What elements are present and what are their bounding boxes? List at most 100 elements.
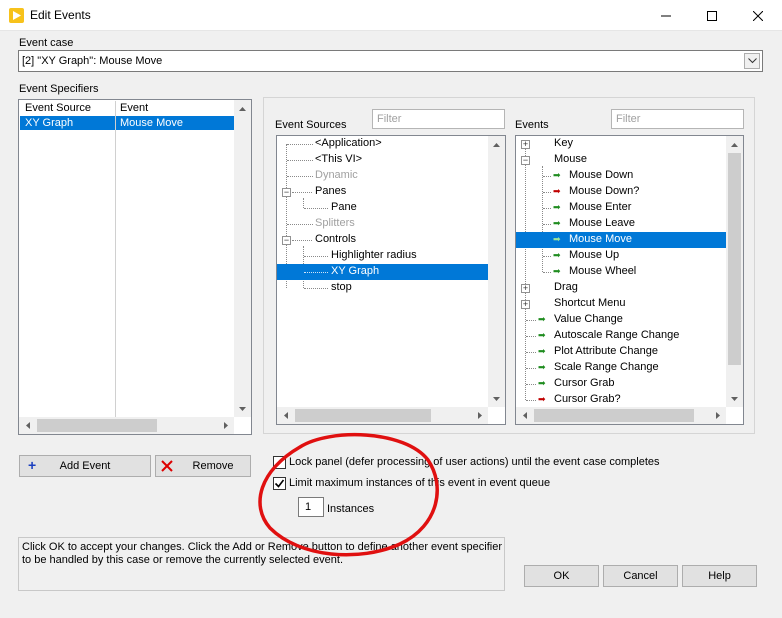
scroll-left-icon[interactable] (277, 407, 294, 424)
column-header-event[interactable]: Event (115, 101, 234, 116)
table-row[interactable]: XY Graph Mouse Move (20, 116, 234, 130)
tree-item-this-vi[interactable]: <This VI> (277, 152, 488, 168)
event-case-dropdown-button[interactable] (744, 53, 760, 69)
event-specifiers-list[interactable]: Event Source Event XY Graph Mouse Move (18, 99, 252, 435)
column-header-event-source[interactable]: Event Source (20, 101, 115, 116)
specifiers-vertical-scrollbar[interactable] (234, 100, 251, 417)
scroll-right-icon[interactable] (217, 417, 234, 434)
plus-icon: + (28, 457, 37, 473)
instances-input[interactable]: 1 (298, 497, 324, 517)
event-case-select[interactable]: [2] "XY Graph": Mouse Move (18, 50, 763, 72)
event-selection-panel: Event Sources <Application> <This VI> Dy… (263, 97, 755, 434)
events-vertical-scrollbar[interactable] (726, 136, 743, 407)
notify-arrow-icon: ➡ (553, 250, 561, 260)
scroll-down-icon[interactable] (234, 400, 251, 417)
tree-item-pane[interactable]: Pane (277, 200, 488, 216)
tree-item-cursor-grab-filter[interactable]: ➡ Cursor Grab? (516, 392, 726, 408)
scroll-thumb[interactable] (728, 153, 741, 365)
event-case-label: Event case (19, 37, 74, 49)
tree-item-splitters[interactable]: Splitters (277, 216, 488, 232)
tree-item-plot-attribute-change[interactable]: ➡ Plot Attribute Change (516, 344, 726, 360)
notify-arrow-icon: ➡ (538, 378, 546, 388)
instances-label: Instances (327, 503, 375, 515)
title-bar: Edit Events (0, 0, 782, 31)
limit-instances-checkbox[interactable] (273, 477, 286, 490)
tree-item-mouse-move[interactable]: ➡ Mouse Move (516, 232, 726, 248)
window-title: Edit Events (30, 8, 91, 22)
minimize-button[interactable] (643, 0, 689, 31)
add-event-button[interactable]: + Add Event (19, 455, 151, 477)
scroll-down-icon[interactable] (726, 390, 743, 407)
events-filter-field[interactable] (612, 110, 743, 128)
lock-panel-checkbox[interactable] (273, 456, 286, 469)
tree-item-key[interactable]: + Key (516, 136, 726, 152)
scroll-left-icon[interactable] (19, 417, 36, 434)
collapse-icon[interactable]: − (282, 188, 291, 197)
event-sources-tree[interactable]: <Application> <This VI> Dynamic − Panes … (276, 135, 506, 425)
sources-horizontal-scrollbar[interactable] (277, 407, 488, 424)
cancel-button[interactable]: Cancel (603, 565, 678, 587)
scroll-thumb[interactable] (37, 419, 157, 432)
tree-item-dynamic[interactable]: Dynamic (277, 168, 488, 184)
help-message-text: Click OK to accept your changes. Click t… (22, 541, 502, 566)
scroll-up-icon[interactable] (726, 136, 743, 153)
tree-item-scale-range-change[interactable]: ➡ Scale Range Change (516, 360, 726, 376)
scroll-up-icon[interactable] (234, 100, 251, 117)
specifiers-horizontal-scrollbar[interactable] (19, 417, 234, 434)
tree-item-controls[interactable]: − Controls (277, 232, 488, 248)
collapse-icon[interactable]: − (282, 236, 291, 245)
scroll-up-icon[interactable] (488, 136, 505, 153)
expand-icon[interactable]: + (521, 284, 530, 293)
event-sources-filter-field[interactable] (373, 110, 504, 128)
notify-arrow-icon: ➡ (553, 170, 561, 180)
tree-item-mouse-down-filter[interactable]: ➡ Mouse Down? (516, 184, 726, 200)
expand-icon[interactable]: + (521, 300, 530, 309)
notify-arrow-icon: ➡ (553, 218, 561, 228)
expand-icon[interactable]: + (521, 140, 530, 149)
filter-arrow-icon: ➡ (538, 394, 546, 404)
events-tree[interactable]: + Key − Mouse ➡ Mouse Down ➡ Mouse Down?… (515, 135, 744, 425)
collapse-icon[interactable]: − (521, 156, 530, 165)
tree-item-application[interactable]: <Application> (277, 136, 488, 152)
tree-item-cursor-grab[interactable]: ➡ Cursor Grab (516, 376, 726, 392)
events-filter-input[interactable] (611, 109, 744, 129)
sources-vertical-scrollbar[interactable] (488, 136, 505, 407)
remove-button[interactable]: Remove (155, 455, 251, 477)
notify-arrow-icon: ➡ (538, 362, 546, 372)
tree-item-highlighter-radius[interactable]: Highlighter radius (277, 248, 488, 264)
tree-item-mouse-wheel[interactable]: ➡ Mouse Wheel (516, 264, 726, 280)
app-icon (9, 8, 24, 23)
limit-instances-label: Limit maximum instances of this event in… (289, 477, 551, 489)
events-label: Events (515, 119, 549, 131)
tree-item-autoscale-range-change[interactable]: ➡ Autoscale Range Change (516, 328, 726, 344)
scroll-right-icon[interactable] (709, 407, 726, 424)
minimize-icon (661, 15, 671, 16)
event-sources-filter-input[interactable] (372, 109, 505, 129)
maximize-button[interactable] (689, 0, 735, 31)
tree-item-mouse-down[interactable]: ➡ Mouse Down (516, 168, 726, 184)
tree-item-panes[interactable]: − Panes (277, 184, 488, 200)
help-button[interactable]: Help (682, 565, 757, 587)
filter-arrow-icon: ➡ (553, 186, 561, 196)
scroll-right-icon[interactable] (471, 407, 488, 424)
tree-item-value-change[interactable]: ➡ Value Change (516, 312, 726, 328)
tree-item-mouse[interactable]: − Mouse (516, 152, 726, 168)
row-event-source: XY Graph (25, 117, 74, 129)
tree-item-shortcut-menu[interactable]: + Shortcut Menu (516, 296, 726, 312)
close-button[interactable] (735, 0, 781, 31)
events-horizontal-scrollbar[interactable] (516, 407, 726, 424)
tree-item-mouse-leave[interactable]: ➡ Mouse Leave (516, 216, 726, 232)
tree-item-mouse-up[interactable]: ➡ Mouse Up (516, 248, 726, 264)
remove-x-icon (161, 460, 173, 472)
scroll-thumb[interactable] (534, 409, 694, 422)
scroll-left-icon[interactable] (516, 407, 533, 424)
lock-panel-label: Lock panel (defer processing of user act… (289, 456, 660, 468)
ok-button[interactable]: OK (524, 565, 599, 587)
tree-item-xy-graph[interactable]: XY Graph (277, 264, 488, 280)
scroll-thumb[interactable] (295, 409, 431, 422)
event-specifiers-label: Event Specifiers (19, 83, 99, 95)
tree-item-drag[interactable]: + Drag (516, 280, 726, 296)
scroll-down-icon[interactable] (488, 390, 505, 407)
tree-item-mouse-enter[interactable]: ➡ Mouse Enter (516, 200, 726, 216)
tree-item-stop[interactable]: stop (277, 280, 488, 296)
